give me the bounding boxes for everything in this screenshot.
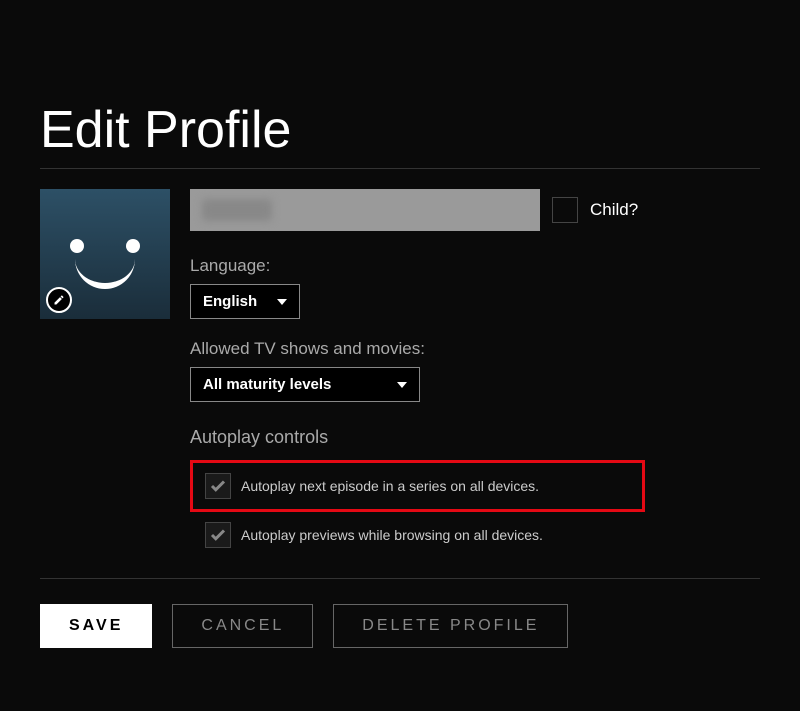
pencil-icon <box>53 294 65 306</box>
autoplay-previews-checkbox[interactable] <box>205 522 231 548</box>
child-checkbox[interactable] <box>552 197 578 223</box>
profile-name-input[interactable] <box>190 189 540 231</box>
autoplay-highlight: Autoplay next episode in a series on all… <box>190 460 645 512</box>
language-value: English <box>203 293 257 310</box>
language-label: Language: <box>190 256 760 276</box>
autoplay-next-checkbox[interactable] <box>205 473 231 499</box>
maturity-value: All maturity levels <box>203 376 331 393</box>
maturity-select[interactable]: All maturity levels <box>190 367 420 402</box>
autoplay-previews-label: Autoplay previews while browsing on all … <box>241 527 543 543</box>
save-button[interactable]: SAVE <box>40 604 152 648</box>
cancel-button[interactable]: CANCEL <box>172 604 313 648</box>
autoplay-title: Autoplay controls <box>190 427 760 448</box>
checkmark-icon <box>209 526 227 544</box>
divider-bottom <box>40 578 760 579</box>
avatar[interactable] <box>40 189 170 319</box>
autoplay-next-label: Autoplay next episode in a series on all… <box>241 478 539 494</box>
chevron-down-icon <box>277 299 287 305</box>
maturity-label: Allowed TV shows and movies: <box>190 339 760 359</box>
child-label: Child? <box>590 200 638 220</box>
page-title: Edit Profile <box>40 100 760 160</box>
chevron-down-icon <box>397 382 407 388</box>
edit-avatar-button[interactable] <box>46 287 72 313</box>
language-select[interactable]: English <box>190 284 300 319</box>
delete-profile-button[interactable]: DELETE PROFILE <box>333 604 568 648</box>
divider-top <box>40 168 760 169</box>
checkmark-icon <box>209 477 227 495</box>
